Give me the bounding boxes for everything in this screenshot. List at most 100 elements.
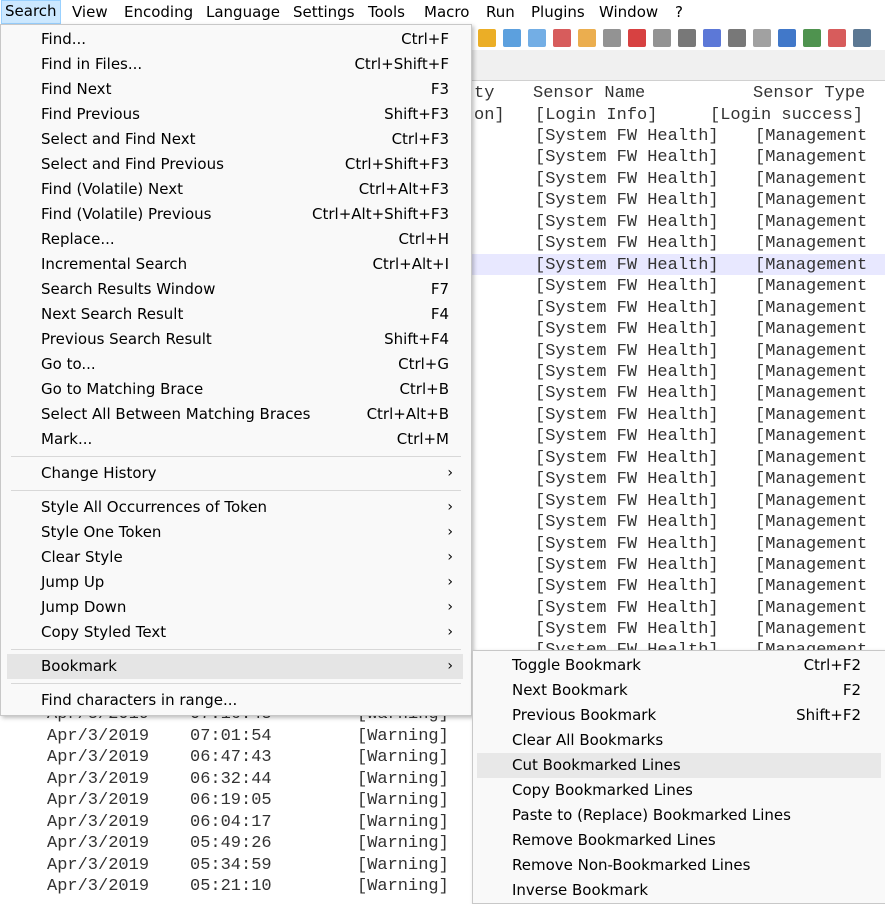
menu-run[interactable]: Run xyxy=(486,2,515,22)
menu-macro[interactable]: Macro xyxy=(424,2,469,22)
search-menu-item[interactable]: Previous Search Result Shift+F4 xyxy=(7,327,463,352)
search-menu-item[interactable]: Go to... Ctrl+G xyxy=(7,352,463,377)
menu-help[interactable]: ? xyxy=(675,2,683,22)
search-menu-item[interactable]: Next Search Result F4 xyxy=(7,302,463,327)
monitor-icon[interactable] xyxy=(603,29,621,47)
menu-language[interactable]: Language xyxy=(206,2,280,22)
menu-item-label: Cut Bookmarked Lines xyxy=(512,756,681,774)
chevron-right-icon: › xyxy=(447,624,453,640)
menu-tools[interactable]: Tools xyxy=(368,2,405,22)
search-menu-item[interactable]: Find in Files... Ctrl+Shift+F xyxy=(7,52,463,77)
bookmark-submenu-item[interactable]: Cut Bookmarked Lines xyxy=(477,753,881,778)
menu-item-shortcut: Ctrl+F xyxy=(401,30,449,48)
bookmark-submenu-item[interactable]: Next Bookmark F2 xyxy=(477,678,881,703)
table-cell: [Management xyxy=(755,513,868,533)
chevron-right-icon: › xyxy=(447,574,453,590)
save-macro-icon[interactable] xyxy=(728,29,746,47)
menu-item-label: Next Search Result xyxy=(41,305,184,323)
search-menu-dropdown: Find... Ctrl+F Find in Files... Ctrl+Shift+… xyxy=(0,24,472,716)
search-menu-item[interactable]: Find Previous Shift+F3 xyxy=(7,102,463,127)
style-menu-item[interactable]: Copy Styled Text › xyxy=(7,620,463,645)
table-cell: [Warning] xyxy=(357,748,449,767)
table-cell: [Warning] xyxy=(357,791,449,810)
bookmark-submenu-item[interactable]: Remove Bookmarked Lines xyxy=(477,828,881,853)
table-cell: [System FW Health] xyxy=(535,169,719,189)
menu-view[interactable]: View xyxy=(72,2,108,22)
menu-settings[interactable]: Settings xyxy=(293,2,355,22)
zoom-icon[interactable] xyxy=(503,29,521,47)
search-menu-item[interactable]: Mark... Ctrl+M xyxy=(7,427,463,452)
bookmark-submenu-item[interactable]: Clear All Bookmarks xyxy=(477,728,881,753)
table-cell: [Management xyxy=(755,470,868,490)
style-menu-item[interactable]: Clear Style › xyxy=(7,545,463,570)
table-cell: [Management xyxy=(755,620,868,640)
function-list-icon[interactable] xyxy=(553,29,571,47)
menu-item-shortcut: Shift+F3 xyxy=(384,105,449,123)
stop-macro-icon[interactable] xyxy=(653,29,671,47)
doc-list-icon[interactable] xyxy=(853,29,871,47)
menu-encoding[interactable]: Encoding xyxy=(124,2,193,22)
search-menu-item[interactable]: Select and Find Previous Ctrl+Shift+F3 xyxy=(7,152,463,177)
folder-workspace-icon[interactable] xyxy=(828,29,846,47)
table-cell: [Management xyxy=(755,448,868,468)
search-menu-item[interactable]: Find (Volatile) Previous Ctrl+Alt+Shift+F… xyxy=(7,202,463,227)
menu-item-shortcut: F2 xyxy=(842,681,861,699)
table-cell: [Management xyxy=(755,577,868,597)
table-cell: [Management xyxy=(755,405,868,425)
search-menu-item[interactable]: Find... Ctrl+F xyxy=(7,27,463,52)
chevron-right-icon: › xyxy=(447,499,453,515)
bookmark-submenu-item[interactable]: Copy Bookmarked Lines xyxy=(477,778,881,803)
find-characters-menu-item[interactable]: Find characters in range... xyxy=(7,688,463,713)
table-cell: [System FW Health] xyxy=(535,620,719,640)
table-cell: 05:21:10 xyxy=(190,877,272,896)
bookmark-submenu-item[interactable]: Toggle Bookmark Ctrl+F2 xyxy=(477,653,881,678)
menu-item-shortcut: Ctrl+Shift+F xyxy=(354,55,449,73)
menu-window[interactable]: Window xyxy=(599,2,658,22)
search-menu-item[interactable]: Select and Find Next Ctrl+F3 xyxy=(7,127,463,152)
table-cell: [Management xyxy=(755,341,868,361)
table-cell: [Management xyxy=(755,212,868,232)
folder-icon[interactable] xyxy=(578,29,596,47)
table-cell: on] xyxy=(474,106,505,125)
table-cell: Apr/3/2019 xyxy=(47,812,150,832)
sync-icon[interactable] xyxy=(528,29,546,47)
search-menu-item[interactable]: Find (Volatile) Next Ctrl+Alt+F3 xyxy=(7,177,463,202)
menu-search[interactable]: Search xyxy=(1,0,61,24)
bookmark-menu-item[interactable]: Bookmark › xyxy=(7,654,463,679)
table-cell: [System FW Health] xyxy=(535,277,719,297)
style-menu-item[interactable]: Jump Up › xyxy=(7,570,463,595)
search-menu-item[interactable]: Replace... Ctrl+H xyxy=(7,227,463,252)
style-menu-item[interactable]: Style One Token › xyxy=(7,520,463,545)
search-menu-item[interactable]: Incremental Search Ctrl+Alt+I xyxy=(7,252,463,277)
tab-bar xyxy=(472,50,885,81)
table-cell: 05:49:26 xyxy=(190,834,272,853)
table-cell: Apr/3/2019 xyxy=(47,726,150,746)
search-menu-item[interactable]: Go to Matching Brace Ctrl+B xyxy=(7,377,463,402)
search-menu-item[interactable]: Find Next F3 xyxy=(7,77,463,102)
table-cell: [Management xyxy=(755,234,868,254)
doc-map-icon[interactable] xyxy=(778,29,796,47)
bookmark-submenu-item[interactable]: Previous Bookmark Shift+F2 xyxy=(477,703,881,728)
change-history-menu-item[interactable]: Change History › xyxy=(7,461,463,486)
menu-plugins[interactable]: Plugins xyxy=(531,2,585,22)
function-list-panel-icon[interactable] xyxy=(803,29,821,47)
search-menu-item[interactable]: Select All Between Matching Braces Ctrl+A… xyxy=(7,402,463,427)
table-cell: Apr/3/2019 xyxy=(47,834,150,853)
spell-check-icon[interactable] xyxy=(753,29,771,47)
find-icon[interactable] xyxy=(478,29,496,47)
bookmark-submenu-item[interactable]: Remove Non-Bookmarked Lines xyxy=(477,853,881,878)
table-cell: [System FW Health] xyxy=(535,470,719,490)
bookmark-submenu-item[interactable]: Inverse Bookmark xyxy=(477,878,881,903)
table-cell: [Warning] xyxy=(357,834,449,853)
chevron-right-icon: › xyxy=(447,549,453,565)
run-multiple-macro-icon[interactable] xyxy=(703,29,721,47)
table-cell: Apr/3/2019 xyxy=(47,791,150,810)
play-macro-icon[interactable] xyxy=(678,29,696,47)
record-macro-icon[interactable] xyxy=(628,29,646,47)
menu-item-shortcut: Ctrl+H xyxy=(398,230,449,248)
style-menu-item[interactable]: Style All Occurrences of Token › xyxy=(7,495,463,520)
bookmark-submenu-item[interactable]: Paste to (Replace) Bookmarked Lines xyxy=(477,803,881,828)
search-menu-item[interactable]: Search Results Window F7 xyxy=(7,277,463,302)
style-menu-item[interactable]: Jump Down › xyxy=(7,595,463,620)
menu-item-shortcut: Ctrl+Alt+B xyxy=(366,405,449,423)
